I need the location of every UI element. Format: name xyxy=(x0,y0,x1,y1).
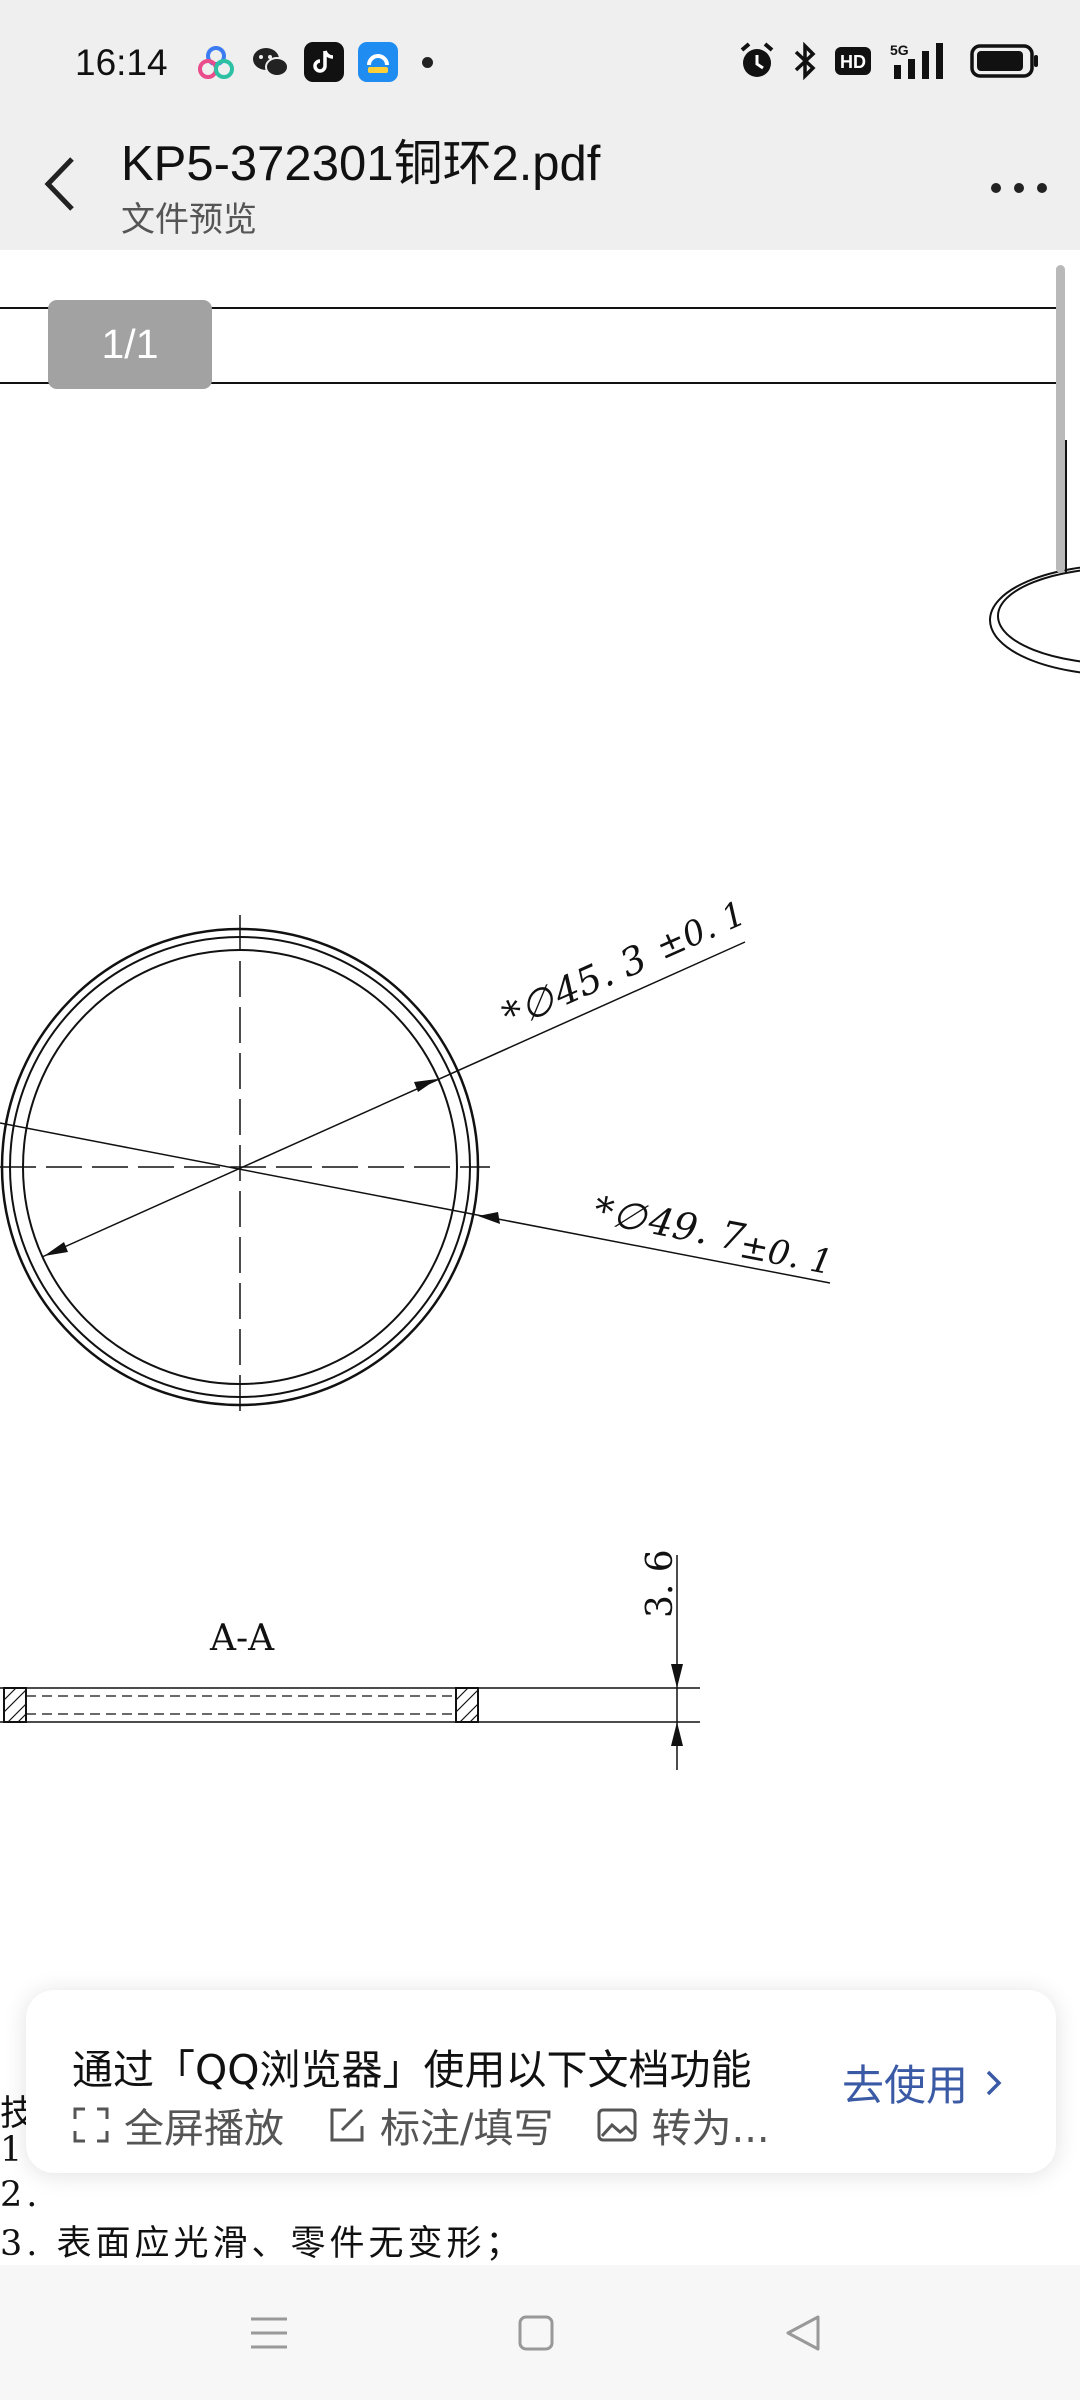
status-time: 16:14 xyxy=(75,42,168,83)
cloud-app-icon xyxy=(196,42,236,82)
back-button[interactable] xyxy=(30,142,90,226)
requirement-line-2: 1 xyxy=(0,2130,27,2170)
chevron-right-icon xyxy=(986,2070,1002,2095)
inner-diameter-value: 45. 3 xyxy=(546,936,653,1016)
app-bar: KP5-372301铜环2.pdf 文件预览 xyxy=(0,118,1080,250)
file-subtitle: 文件预览 xyxy=(121,200,257,240)
page-indicator: 1/1 xyxy=(48,300,212,389)
file-title: KP5-372301铜环2.pdf xyxy=(121,137,601,191)
scrollbar-thumb[interactable] xyxy=(1056,265,1065,573)
system-nav-bar xyxy=(0,2265,1080,2400)
alarm-icon xyxy=(740,42,774,77)
svg-text:5G: 5G xyxy=(890,42,909,58)
menu-icon xyxy=(251,2317,287,2349)
svg-text:*∅: *∅ xyxy=(590,1188,651,1241)
notification-icons xyxy=(196,40,433,84)
more-options-button[interactable] xyxy=(984,158,1054,218)
back-nav-button[interactable] xyxy=(771,2301,835,2365)
inner-diameter-tolerance: ±0. 1 xyxy=(650,894,752,969)
hd-icon: HD xyxy=(835,47,871,75)
outer-diameter-tolerance: ±0. 1 xyxy=(736,1226,835,1283)
qq-browser-promo-card[interactable]: 通过「QQ浏览器」使用以下文档功能 全屏播放 标注/填写 转为... 去使用 xyxy=(26,1990,1056,2173)
signal-5g-icon: 5G xyxy=(890,42,943,79)
back-triangle-icon xyxy=(786,2315,820,2351)
section-label: A-A xyxy=(209,1618,275,1659)
promo-title: 通过「QQ浏览器」使用以下文档功能 xyxy=(72,2046,752,2094)
feature-fullscreen[interactable]: 全屏播放 xyxy=(72,2096,284,2154)
home-nav-button[interactable] xyxy=(504,2301,568,2365)
tiktok-icon xyxy=(304,42,344,82)
requirement-line-4: 3. 表面应光滑、零件无变形； xyxy=(0,2224,525,2264)
security-app-icon xyxy=(358,42,398,82)
technical-drawing: *∅ 45. 3 ±0. 1 *∅ 49. 7 ±0. 1 A-A 3. 6 xyxy=(0,307,1080,1770)
image-icon xyxy=(597,2108,637,2142)
more-notifications-dot xyxy=(422,56,433,68)
go-use-button[interactable]: 去使用 xyxy=(842,2052,1006,2113)
fullscreen-icon xyxy=(73,2107,109,2143)
home-square-icon xyxy=(518,2315,554,2351)
feature-annotate[interactable]: 标注/填写 xyxy=(328,2096,553,2154)
more-dots-icon xyxy=(991,183,1047,193)
feature-fullscreen-label: 全屏播放 xyxy=(124,2106,284,2152)
chevron-left-icon xyxy=(44,157,74,211)
svg-text:HD: HD xyxy=(840,52,866,72)
status-bar: 16:14 HD 5G xyxy=(0,0,1080,118)
menu-nav-button[interactable] xyxy=(237,2301,301,2365)
system-icons: HD 5G xyxy=(738,38,1040,84)
promo-features: 全屏播放 标注/填写 转为... xyxy=(72,2098,814,2152)
bluetooth-icon xyxy=(794,41,816,81)
edit-icon xyxy=(330,2108,364,2142)
wechat-icon xyxy=(250,42,290,82)
feature-convert-label: 转为... xyxy=(651,2106,770,2152)
requirement-line-3: 2. xyxy=(0,2175,42,2215)
battery-icon xyxy=(970,44,1038,78)
feature-convert[interactable]: 转为... xyxy=(597,2096,770,2154)
go-use-label: 去使用 xyxy=(841,2061,968,2110)
thickness-value: 3. 6 xyxy=(640,1549,681,1618)
feature-annotate-label: 标注/填写 xyxy=(380,2106,554,2152)
